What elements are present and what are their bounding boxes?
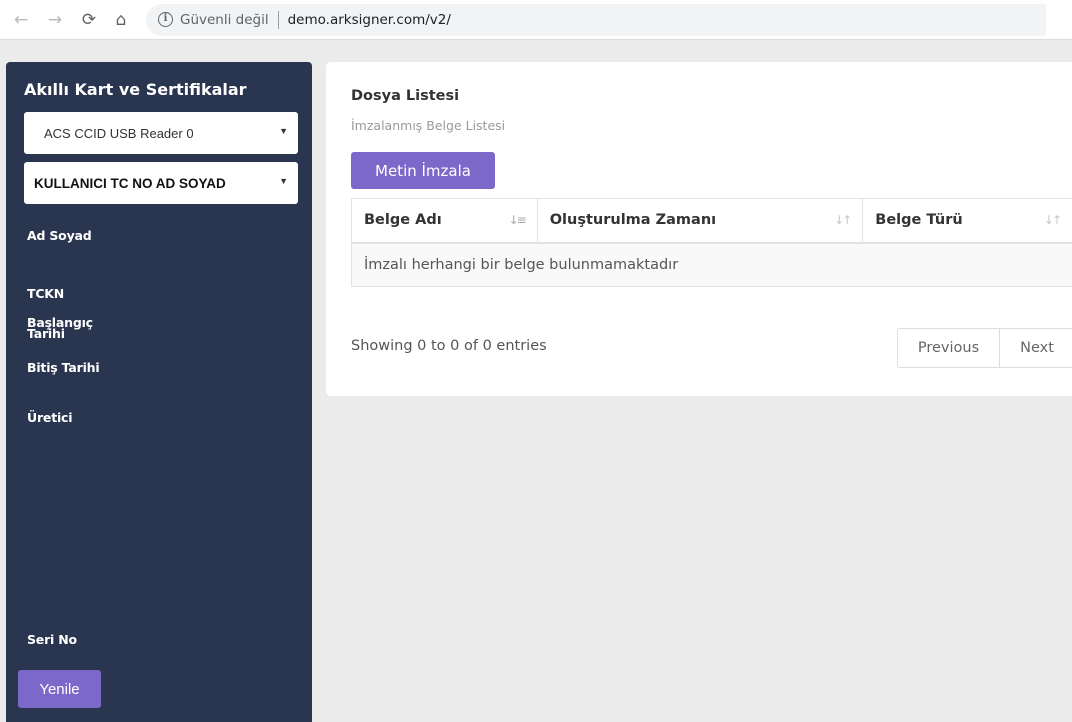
documents-table: Belge Adı ↓≡ Oluşturulma Zamanı ↓↑ Belge… — [351, 198, 1072, 287]
serial-label: Seri No — [27, 632, 77, 647]
separator — [277, 10, 279, 29]
security-status[interactable]: Güvenli değil — [180, 12, 269, 28]
sort-icon: ↓↑ — [1043, 213, 1062, 227]
column-header-created-time[interactable]: Oluşturulma Zamanı ↓↑ — [536, 198, 864, 244]
empty-table-message: İmzalı herhangi bir belge bulunmamaktadı… — [351, 242, 1072, 287]
tckn-label: TCKN — [27, 286, 65, 301]
card-reader-select-value: ACS CCID USB Reader 0 — [44, 125, 194, 141]
forward-icon[interactable]: → — [44, 9, 66, 31]
panel-subtitle: İmzalanmış Belge Listesi — [351, 118, 506, 133]
sign-text-button[interactable]: Metin İmzala — [351, 152, 495, 189]
start-date-label-line2: Tarihi — [27, 326, 65, 341]
sidebar: Akıllı Kart ve Sertifikalar ACS CCID USB… — [6, 62, 312, 722]
home-icon[interactable]: ⌂ — [110, 9, 132, 31]
info-icon[interactable]: i — [158, 12, 173, 27]
back-icon[interactable]: ← — [10, 9, 32, 31]
previous-page-button[interactable]: Previous — [898, 329, 1000, 367]
column-header-label: Belge Türü — [875, 212, 963, 229]
certificate-user-select-value: KULLANICI TC NO AD SOYAD — [34, 175, 226, 191]
producer-label: Üretici — [27, 410, 73, 425]
browser-toolbar: ← → ⟳ ⌂ i Güvenli değil demo.arksigner.c… — [0, 0, 1072, 40]
column-header-document-type[interactable]: Belge Türü ↓↑ — [862, 198, 1072, 244]
name-label: Ad Soyad — [27, 228, 92, 243]
sort-icon: ↓↑ — [834, 213, 852, 227]
chevron-down-icon: ▼ — [279, 176, 288, 186]
end-date-label: Bitiş Tarihi — [27, 360, 100, 375]
reload-icon[interactable]: ⟳ — [78, 9, 100, 31]
table-row: İmzalı herhangi bir belge bulunmamaktadı… — [351, 242, 1072, 287]
panel-title: Dosya Listesi — [351, 88, 460, 104]
url-text[interactable]: demo.arksigner.com/v2/ — [288, 12, 451, 28]
file-list-panel: Dosya Listesi İmzalanmış Belge Listesi M… — [326, 62, 1072, 396]
sort-asc-icon: ↓≡ — [508, 213, 527, 227]
refresh-button[interactable]: Yenile — [18, 670, 101, 708]
column-header-label: Belge Adı — [364, 212, 442, 229]
next-page-button[interactable]: Next — [1000, 329, 1072, 367]
table-info: Showing 0 to 0 of 0 entries — [351, 338, 547, 354]
sidebar-title: Akıllı Kart ve Sertifikalar — [24, 80, 247, 99]
column-header-document-name[interactable]: Belge Adı ↓≡ — [351, 198, 538, 244]
card-reader-select[interactable]: ACS CCID USB Reader 0 ▼ — [24, 112, 298, 154]
column-header-label: Oluşturulma Zamanı — [549, 212, 717, 229]
address-bar[interactable]: i Güvenli değil demo.arksigner.com/v2/ — [146, 3, 1046, 36]
certificate-user-select[interactable]: KULLANICI TC NO AD SOYAD ▼ — [24, 162, 298, 204]
chevron-down-icon: ▼ — [279, 126, 288, 136]
pagination: Previous Next — [897, 328, 1072, 368]
